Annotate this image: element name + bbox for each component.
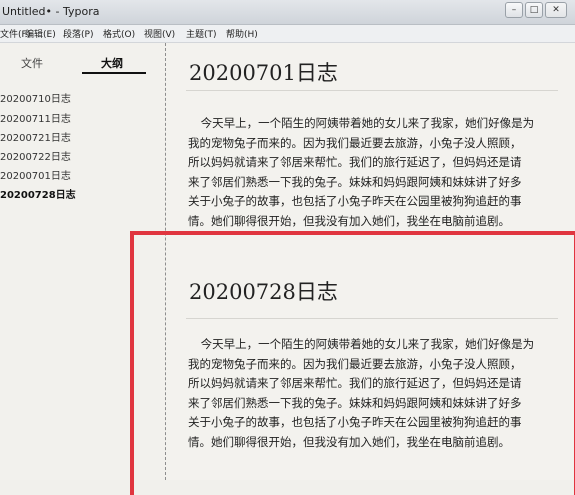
minimize-button[interactable]: – (505, 2, 523, 18)
menu-theme[interactable]: 主题(T) (186, 27, 217, 40)
menu-edit[interactable]: 编辑(E) (25, 27, 56, 40)
maximize-button[interactable]: □ (525, 2, 543, 18)
menu-view[interactable]: 视图(V) (144, 27, 175, 40)
paragraph-line: 所以妈妈就请来了邻居来帮忙。我们的旅行延迟了，但妈妈还是请 (188, 155, 522, 169)
outline-item-active[interactable]: 20200728日志 (0, 186, 76, 201)
menu-paragraph[interactable]: 段落(P) (63, 27, 93, 40)
active-tab-indicator (82, 72, 146, 74)
tab-files[interactable]: 文件 (21, 55, 43, 71)
window-controls: – □ ✕ (503, 2, 567, 18)
paragraph[interactable]: 今天早上，一个陌生的阿姨带着她的女儿来了我家，她们好像是为 我的宠物兔子而来的。… (188, 114, 562, 231)
heading-1[interactable]: 20200701日志 (189, 57, 338, 87)
window-title: Untitled• - Typora (2, 5, 100, 18)
tab-outline[interactable]: 大纲 (101, 55, 123, 71)
outline-item[interactable]: 20200722日志 (0, 148, 71, 163)
menu-help[interactable]: 帮助(H) (226, 27, 258, 40)
paragraph-line: 我的宠物兔子而来的。因为我们最近要去旅游，小兔子没人照顾， (188, 135, 522, 150)
outline-item[interactable]: 20200701日志 (0, 167, 71, 182)
menu-bar: 文件(F) 编辑(E) 段落(P) 格式(O) 视图(V) 主题(T) 帮助(H… (0, 25, 575, 43)
heading-rule (186, 90, 558, 91)
outline-item[interactable]: 20200721日志 (0, 129, 71, 144)
paragraph-line: 关于小兔子的故事，也包括了小兔子昨天在公园里被狗狗追赶的事 (188, 194, 522, 208)
highlight-box (130, 231, 575, 495)
close-button[interactable]: ✕ (545, 2, 567, 18)
outline-item[interactable]: 20200710日志 (0, 90, 71, 105)
paragraph-line: 今天早上，一个陌生的阿姨带着她的女儿来了我家，她们好像是为 (200, 116, 535, 130)
outline-item[interactable]: 20200711日志 (0, 110, 71, 125)
title-bar: Untitled• - Typora – □ ✕ (0, 0, 575, 25)
paragraph-line: 来了邻居们熟悉一下我的兔子。妹妹和妈妈跟阿姨和妹妹讲了好多 (188, 174, 522, 189)
paragraph-line: 情。她们聊得很开始，但我没有加入她们，我坐在电脑前追剧。 (188, 213, 510, 228)
menu-format[interactable]: 格式(O) (103, 27, 135, 40)
